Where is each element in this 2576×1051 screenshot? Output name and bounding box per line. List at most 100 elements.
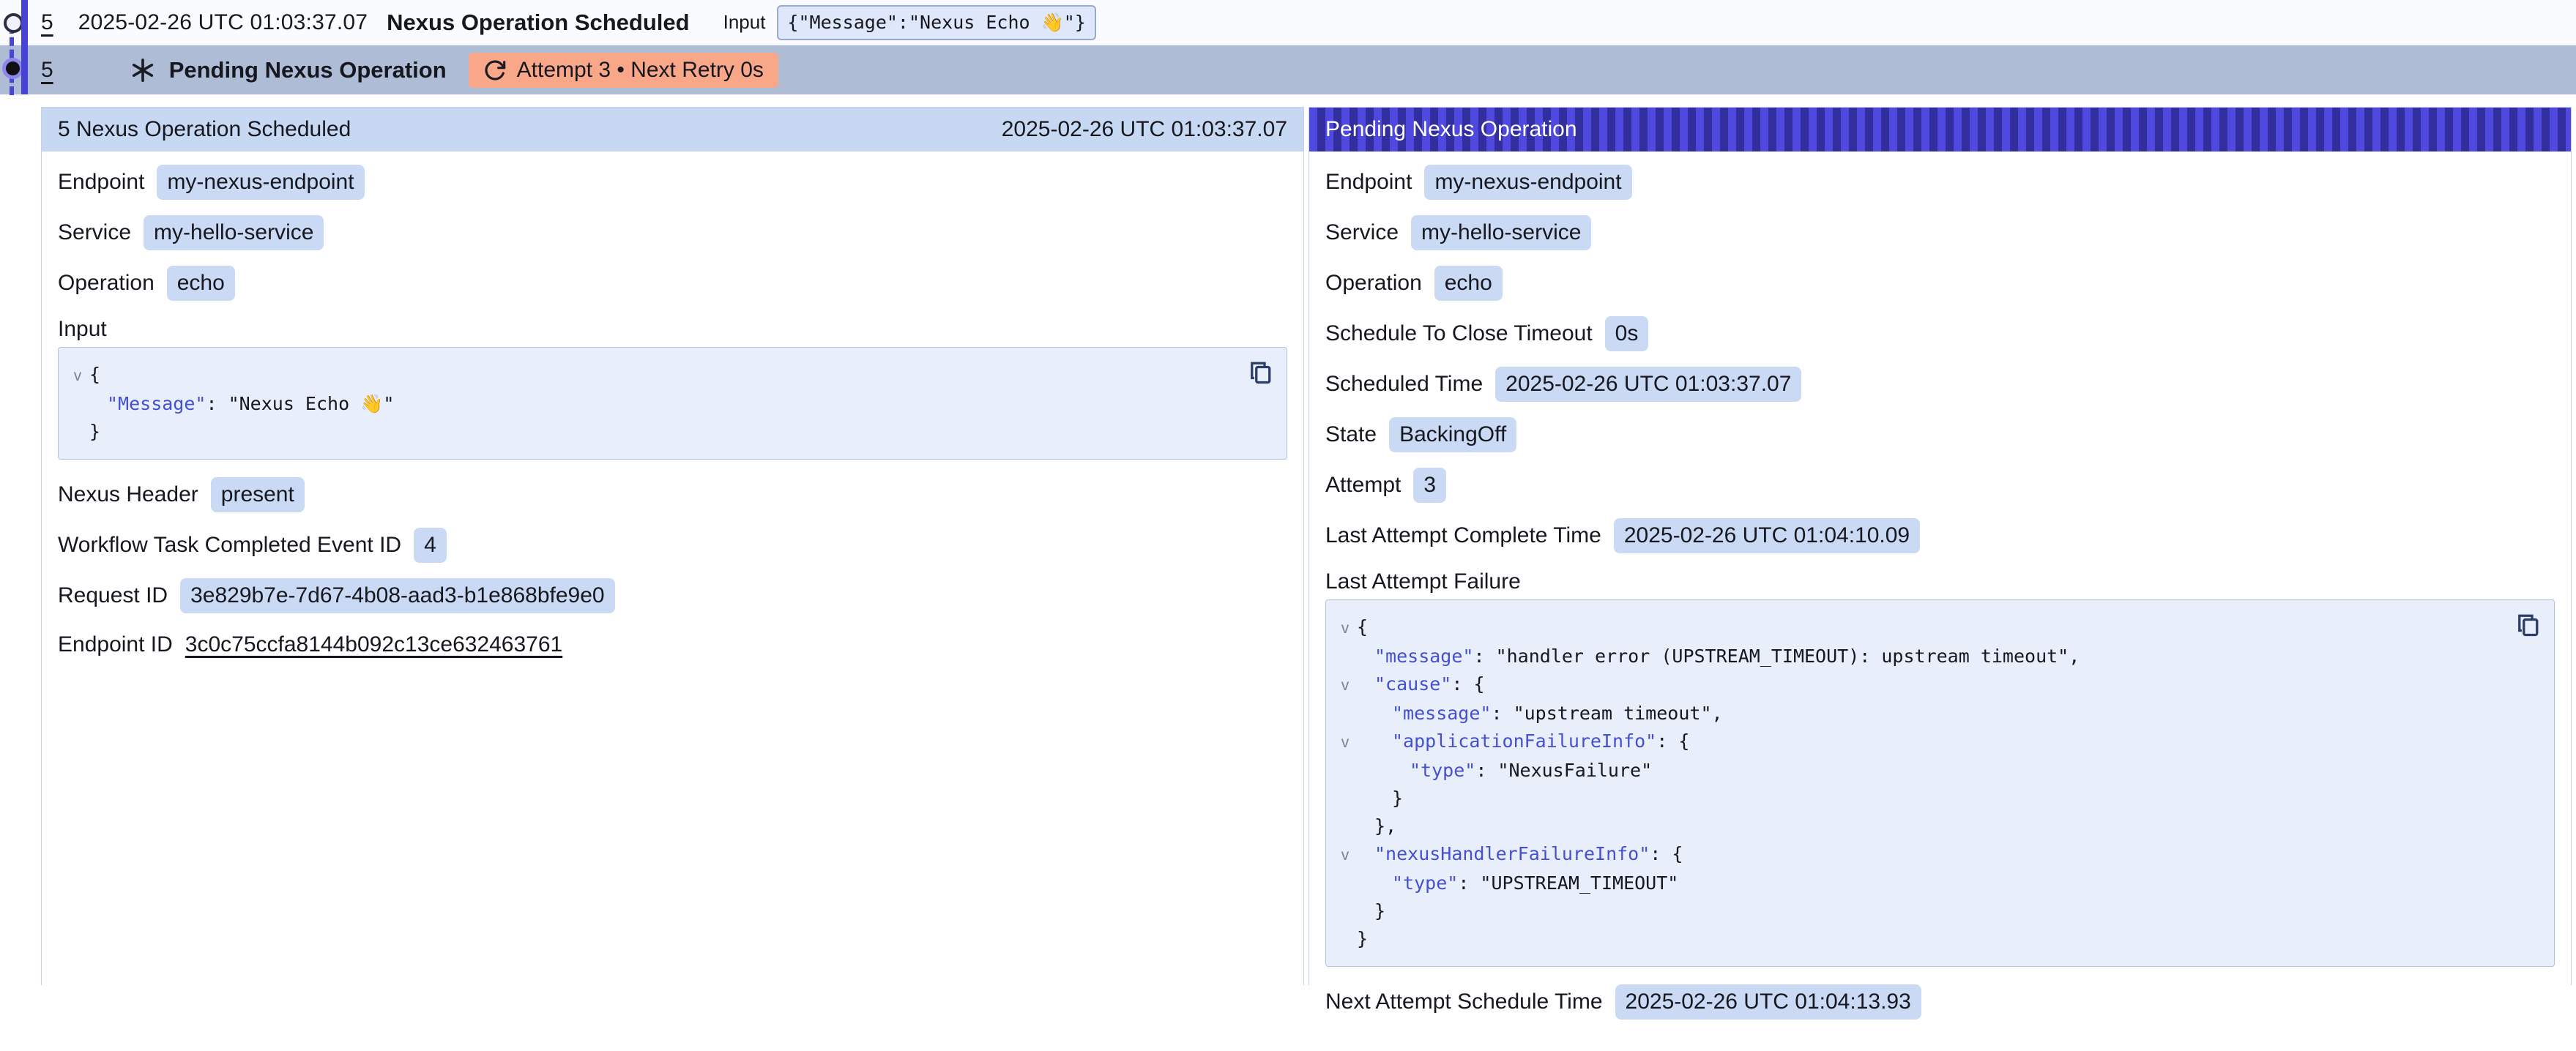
scheduled-panel-timestamp: 2025-02-26 UTC 01:03:37.07: [1002, 117, 1287, 142]
field-label: Input: [58, 317, 107, 342]
field-state: StateBackingOff: [1325, 417, 2555, 452]
chevron-down-icon[interactable]: v: [66, 362, 89, 390]
timeline-active-bar: [21, 0, 28, 94]
field-label: Next Attempt Schedule Time: [1325, 990, 1603, 1014]
json-code-text: }: [1357, 925, 1368, 953]
field-endpoint-id: Endpoint ID 3c0c75ccfa8144b092c13ce632463…: [58, 629, 1287, 660]
field-value-chip: 2025-02-26 UTC 01:04:13.93: [1615, 984, 1921, 1020]
field-value-chip: echo: [1434, 266, 1503, 301]
timeline-event-marker-icon: [4, 13, 23, 33]
field-attempt: Attempt3: [1325, 468, 2555, 503]
scheduled-event-detail-panel: 5 Nexus Operation Scheduled 2025-02-26 U…: [41, 107, 1304, 985]
retry-badge-text: Attempt 3 • Next Retry 0s: [517, 58, 764, 83]
json-code-text: "Message": "Nexus Echo 👋": [89, 390, 394, 418]
timeline-gutter: [0, 0, 41, 100]
chevron-down-icon[interactable]: v: [1333, 672, 1357, 700]
field-last-attempt-failure: Last Attempt Failure: [1325, 569, 2555, 595]
field-service: Service my-hello-service: [1325, 215, 2555, 250]
json-code-text: "nexusHandlerFailureInfo": {: [1357, 840, 1683, 868]
field-value-chip: my-nexus-endpoint: [1424, 165, 1631, 200]
field-label: Schedule To Close Timeout: [1325, 321, 1593, 346]
retry-icon: [483, 59, 507, 82]
field-label: Service: [1325, 220, 1399, 245]
json-code-line: }: [1333, 925, 2495, 953]
field-label: State: [1325, 422, 1377, 447]
field-value-chip: 3e829b7e-7d67-4b08-aad3-b1e868bfe9e0: [180, 578, 615, 613]
scheduled-panel-header: 5 Nexus Operation Scheduled 2025-02-26 U…: [42, 108, 1303, 152]
field-request-id: Request ID3e829b7e-7d67-4b08-aad3-b1e868…: [58, 578, 1287, 613]
field-label: Operation: [1325, 271, 1422, 296]
field-label: Nexus Header: [58, 482, 198, 507]
json-code-text: "cause": {: [1357, 670, 1485, 698]
retry-attempt-badge: Attempt 3 • Next Retry 0s: [469, 53, 778, 88]
asterisk-icon: [130, 57, 156, 83]
pending-panel-title: Pending Nexus Operation: [1325, 117, 1577, 142]
json-code-text: }: [1357, 785, 1403, 812]
field-input: Input: [58, 316, 1287, 343]
json-code-line: }: [1333, 785, 2495, 812]
json-code-text: "applicationFailureInfo": {: [1357, 728, 1689, 755]
pending-panel-header: Pending Nexus Operation: [1309, 108, 2571, 152]
json-code-line: "message": "handler error (UPSTREAM_TIME…: [1333, 643, 2495, 670]
json-code-text: "message": "handler error (UPSTREAM_TIME…: [1357, 643, 2080, 670]
json-code-text: },: [1357, 812, 1396, 840]
field-next-attempt-schedule-time: Next Attempt Schedule Time 2025-02-26 UTC…: [1325, 984, 2555, 1020]
field-label: Workflow Task Completed Event ID: [58, 533, 401, 558]
event-detail-panels: 5 Nexus Operation Scheduled 2025-02-26 U…: [41, 107, 2572, 985]
field-workflow-task-completed-event-id: Workflow Task Completed Event ID 4: [58, 528, 1287, 563]
event-title: Nexus Operation Scheduled: [387, 10, 689, 36]
pending-event-id-link[interactable]: 5: [41, 58, 53, 83]
field-last-attempt-complete-time: Last Attempt Complete Time 2025-02-26 UTC…: [1325, 518, 2555, 553]
chevron-down-icon[interactable]: v: [1333, 729, 1357, 757]
chevron-down-icon[interactable]: v: [1333, 842, 1357, 869]
json-code-line: },: [1333, 812, 2495, 840]
field-value-chip: my-hello-service: [1411, 215, 1591, 250]
field-endpoint: Endpointmy-nexus-endpoint: [1325, 165, 2555, 200]
event-id-link[interactable]: 5: [41, 10, 53, 35]
field-operation: Operation echo: [1325, 266, 2555, 301]
json-code-line: v"nexusHandlerFailureInfo": {: [1333, 840, 2495, 869]
field-value-link[interactable]: 3c0c75ccfa8144b092c13ce632463761: [185, 632, 562, 657]
scheduled-panel-title: 5 Nexus Operation Scheduled: [58, 117, 351, 142]
field-label: Last Attempt Complete Time: [1325, 523, 1601, 548]
field-value-chip: 3: [1413, 468, 1446, 503]
scheduled-panel-fields: Endpointmy-nexus-endpoint Service my-hello…: [42, 152, 1303, 692]
history-row-nexus-operation-scheduled[interactable]: 5 2025-02-26 UTC 01:03:37.07 Nexus Opera…: [0, 0, 2576, 45]
json-code-text: }: [89, 418, 100, 446]
field-label: Service: [58, 220, 131, 245]
field-nexus-header: Nexus Header present: [58, 477, 1287, 512]
json-code-line: "type": "NexusFailure": [1333, 757, 2495, 785]
copy-icon[interactable]: [2514, 610, 2541, 640]
json-code-line: "message": "upstream timeout",: [1333, 700, 2495, 728]
json-code-line: "type": "UPSTREAM_TIMEOUT": [1333, 869, 2495, 897]
event-timestamp: 2025-02-26 UTC 01:03:37.07: [78, 10, 368, 35]
pending-panel-fields: Endpointmy-nexus-endpoint Service my-hello…: [1309, 152, 2571, 1051]
timeline-current-marker-icon: [6, 61, 20, 75]
field-endpoint: Endpointmy-nexus-endpoint: [58, 165, 1287, 200]
json-viewer: v{"message": "handler error (UPSTREAM_TI…: [1325, 599, 2555, 967]
json-code-line: v{: [66, 361, 1228, 390]
history-row-pending-nexus-operation[interactable]: 5 Pending Nexus Operation Attempt 3 • Ne…: [0, 45, 2576, 94]
field-label: Endpoint: [58, 170, 144, 195]
field-operation: Operationecho: [58, 266, 1287, 301]
timeline-connector-line: [10, 25, 14, 95]
field-value-chip: my-hello-service: [144, 215, 324, 250]
field-value-chip: 2025-02-26 UTC 01:04:10.09: [1614, 518, 1920, 553]
field-label: Endpoint ID: [58, 632, 173, 657]
copy-icon[interactable]: [1247, 358, 1273, 387]
field-label: Operation: [58, 271, 155, 296]
field-value-chip: 0s: [1605, 316, 1649, 351]
json-code-line: "Message": "Nexus Echo 👋": [66, 390, 1228, 418]
field-scheduled-time: Scheduled Time2025-02-26 UTC 01:03:37.07: [1325, 367, 2555, 402]
json-code-text: "message": "upstream timeout",: [1357, 700, 1723, 728]
field-schedule-to-close-timeout: Schedule To Close Timeout 0s: [1325, 316, 2555, 351]
json-code-line: v"cause": {: [1333, 670, 2495, 700]
json-code-text: "type": "NexusFailure": [1357, 757, 1652, 785]
json-code-text: {: [1357, 613, 1368, 641]
chevron-down-icon[interactable]: v: [1333, 615, 1357, 643]
json-code-text: {: [89, 361, 100, 389]
field-value-chip: 2025-02-26 UTC 01:03:37.07: [1495, 367, 1801, 402]
json-code-line: }: [66, 418, 1228, 446]
field-value-chip: present: [211, 477, 305, 512]
field-value-chip: 4: [414, 528, 447, 563]
